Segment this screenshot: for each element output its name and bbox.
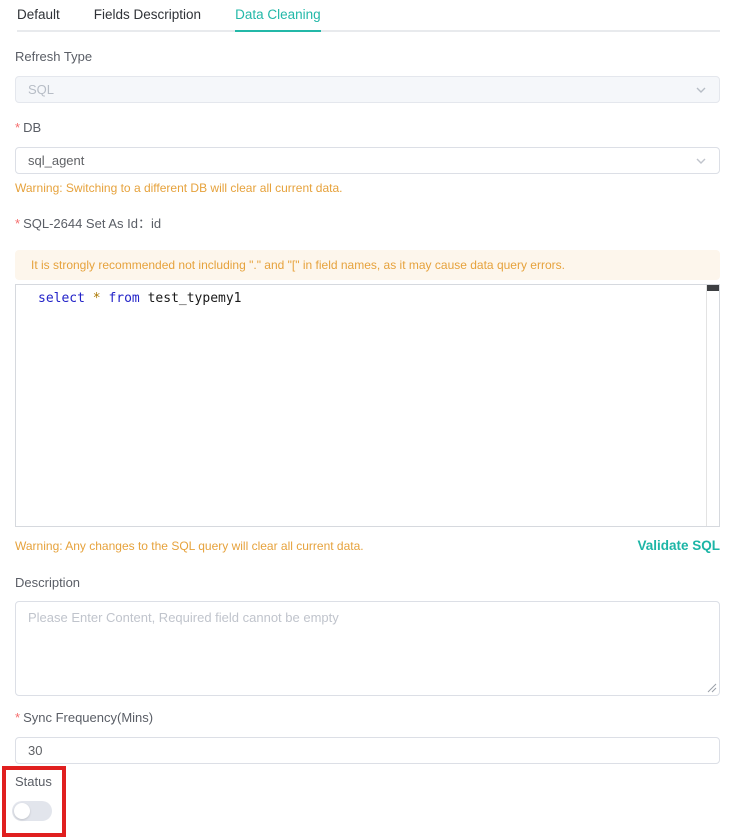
editor-scrollbar[interactable] bbox=[706, 285, 719, 526]
status-toggle[interactable] bbox=[12, 801, 52, 821]
sql-label: * SQL-2644 Set As Id：id bbox=[15, 216, 162, 231]
form-page: Default Fields Description Data Cleaning… bbox=[0, 0, 735, 837]
chevron-down-icon bbox=[696, 158, 706, 164]
sql-token-identifier: test_typemy1 bbox=[147, 291, 242, 306]
sql-editor[interactable]: select * from test_typemy1 bbox=[15, 284, 720, 527]
sql-code-line[interactable]: select * from test_typemy1 bbox=[16, 285, 719, 308]
sql-token-operator: * bbox=[92, 291, 109, 306]
tab-data-cleaning[interactable]: Data Cleaning bbox=[235, 7, 321, 32]
chevron-down-icon bbox=[696, 87, 706, 93]
refresh-type-value: SQL bbox=[28, 82, 55, 97]
sql-alert-banner: It is strongly recommended not including… bbox=[15, 250, 720, 280]
tab-fields-description[interactable]: Fields Description bbox=[94, 7, 201, 30]
sync-frequency-input[interactable] bbox=[15, 737, 720, 764]
status-toggle-knob bbox=[14, 803, 30, 819]
editor-scrollbar-thumb[interactable] bbox=[707, 285, 719, 291]
sql-token-keyword: from bbox=[108, 291, 148, 306]
validate-sql-button[interactable]: Validate SQL bbox=[637, 538, 720, 553]
description-textarea[interactable] bbox=[15, 601, 720, 696]
tab-bar: Default Fields Description Data Cleaning bbox=[17, 0, 720, 32]
sync-frequency-label: * Sync Frequency(Mins) bbox=[15, 710, 154, 725]
tab-default[interactable]: Default bbox=[17, 7, 60, 30]
db-label: * DB bbox=[15, 120, 42, 135]
status-label: Status bbox=[15, 774, 52, 789]
sql-alert-text: It is strongly recommended not including… bbox=[31, 258, 565, 272]
required-asterisk: * bbox=[15, 216, 21, 231]
db-warning-text: Warning: Switching to a different DB wil… bbox=[15, 181, 343, 195]
refresh-type-select[interactable]: SQL bbox=[15, 76, 720, 103]
required-asterisk: * bbox=[15, 710, 21, 725]
sql-warning-text: Warning: Any changes to the SQL query wi… bbox=[15, 538, 364, 553]
db-value: sql_agent bbox=[28, 153, 85, 168]
sql-token-keyword: select bbox=[38, 291, 93, 306]
sql-footer: Warning: Any changes to the SQL query wi… bbox=[15, 538, 720, 553]
refresh-type-label: Refresh Type bbox=[15, 49, 93, 64]
db-select[interactable]: sql_agent bbox=[15, 147, 720, 174]
description-label: Description bbox=[15, 575, 81, 590]
required-asterisk: * bbox=[15, 120, 21, 135]
status-annotation-box: Status bbox=[2, 766, 66, 837]
description-field-wrap bbox=[15, 601, 720, 696]
